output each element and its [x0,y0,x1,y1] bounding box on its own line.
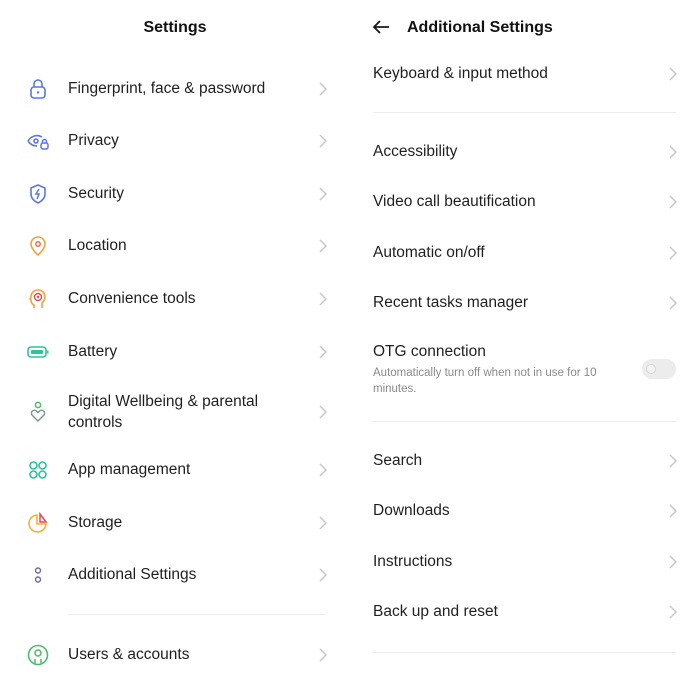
additional-item-downloads[interactable]: Downloads [350,498,700,524]
item-description-line2: minutes. [373,383,417,395]
additional-item-accessibility[interactable]: Accessibility [350,139,700,165]
eye-lock-icon [27,134,49,150]
item-label: Storage [68,514,123,531]
chevron-right-icon [668,66,678,82]
settings-item-storage[interactable]: Storage [0,510,350,536]
item-label: Automatic on/off [373,244,485,261]
settings-item-convenience-tools[interactable]: Convenience tools [0,286,350,312]
item-label: Back up and reset [373,603,498,620]
item-label: App management [68,461,191,478]
chevron-right-icon [318,404,328,420]
settings-item-users-accounts[interactable]: Users & accounts [0,642,350,668]
item-label: Downloads [373,502,450,519]
divider [373,652,676,653]
additional-item-recent-tasks-manager[interactable]: Recent tasks manager [350,290,700,316]
item-label: Instructions [373,553,453,570]
toggle-knob [646,364,656,374]
chevron-right-icon [668,604,678,620]
item-label: Additional Settings [68,566,197,583]
battery-icon [27,346,49,358]
item-label: Convenience tools [68,290,196,307]
chevron-right-icon [668,194,678,210]
chevron-right-icon [318,291,328,307]
page-title: Settings [143,19,207,36]
additional-item-instructions[interactable]: Instructions [350,549,700,575]
item-label: Users & accounts [68,646,190,663]
item-label: Location [68,237,127,254]
settings-item-app-management[interactable]: App management [0,457,350,483]
user-circle-icon [27,644,49,666]
page-title: Additional Settings [407,19,553,36]
chevron-right-icon [318,567,328,583]
more-dots-icon [34,567,42,583]
additional-settings-panel: Additional Settings Keyboard & input met… [350,0,700,691]
divider [373,112,676,113]
chevron-right-icon [318,647,328,663]
divider [373,421,676,422]
additional-item-keyboard[interactable]: Keyboard & input method [350,61,700,87]
back-arrow-icon[interactable] [370,16,392,38]
otg-toggle[interactable] [642,359,676,379]
additional-item-search[interactable]: Search [350,448,700,474]
settings-item-battery[interactable]: Battery [0,339,350,365]
chevron-right-icon [668,453,678,469]
item-label: OTG connection [373,343,486,360]
chevron-right-icon [318,81,328,97]
item-label: Keyboard & input method [373,65,548,82]
settings-panel: Settings Fingerprint, face & password Pr… [0,0,350,691]
location-pin-icon [30,236,46,257]
person-heart-icon [30,401,46,423]
additional-item-video-call-beautification[interactable]: Video call beautification [350,189,700,215]
lock-icon [30,79,46,99]
divider [68,614,326,615]
item-label: Video call beautification [373,193,536,210]
chevron-right-icon [668,503,678,519]
settings-item-privacy[interactable]: Privacy [0,128,350,154]
item-label: Battery [68,343,118,360]
chevron-right-icon [318,133,328,149]
item-label: Search [373,452,423,469]
settings-item-location[interactable]: Location [0,233,350,259]
chevron-right-icon [668,144,678,160]
item-label: Accessibility [373,143,458,160]
chevron-right-icon [318,186,328,202]
shield-bolt-icon [30,184,46,204]
chevron-right-icon [318,515,328,531]
chevron-right-icon [668,554,678,570]
item-label-line2: controls [68,414,123,431]
settings-item-digital-wellbeing[interactable]: Digital Wellbeing & parental controls [0,390,350,434]
settings-item-security[interactable]: Security [0,181,350,207]
settings-item-additional-settings[interactable]: Additional Settings [0,562,350,588]
chevron-right-icon [668,245,678,261]
item-label: Fingerprint, face & password [68,80,266,97]
item-label: Privacy [68,132,119,149]
pie-chart-icon [28,511,48,533]
chevron-right-icon [318,238,328,254]
additional-item-otg-connection: OTG connection Automatically turn off wh… [350,339,700,399]
item-label: Security [68,185,124,202]
chevron-right-icon [668,295,678,311]
additional-item-back-up-reset[interactable]: Back up and reset [350,599,700,625]
item-label: Recent tasks manager [373,294,529,311]
chevron-right-icon [318,462,328,478]
settings-item-fingerprint[interactable]: Fingerprint, face & password [0,76,350,102]
additional-item-automatic-on-off[interactable]: Automatic on/off [350,240,700,266]
head-target-icon [29,289,46,308]
chevron-right-icon [318,344,328,360]
item-description: Automatically turn off when not in use f… [373,367,597,379]
app-grid-icon [29,461,47,479]
item-label: Digital Wellbeing & parental [68,393,259,410]
